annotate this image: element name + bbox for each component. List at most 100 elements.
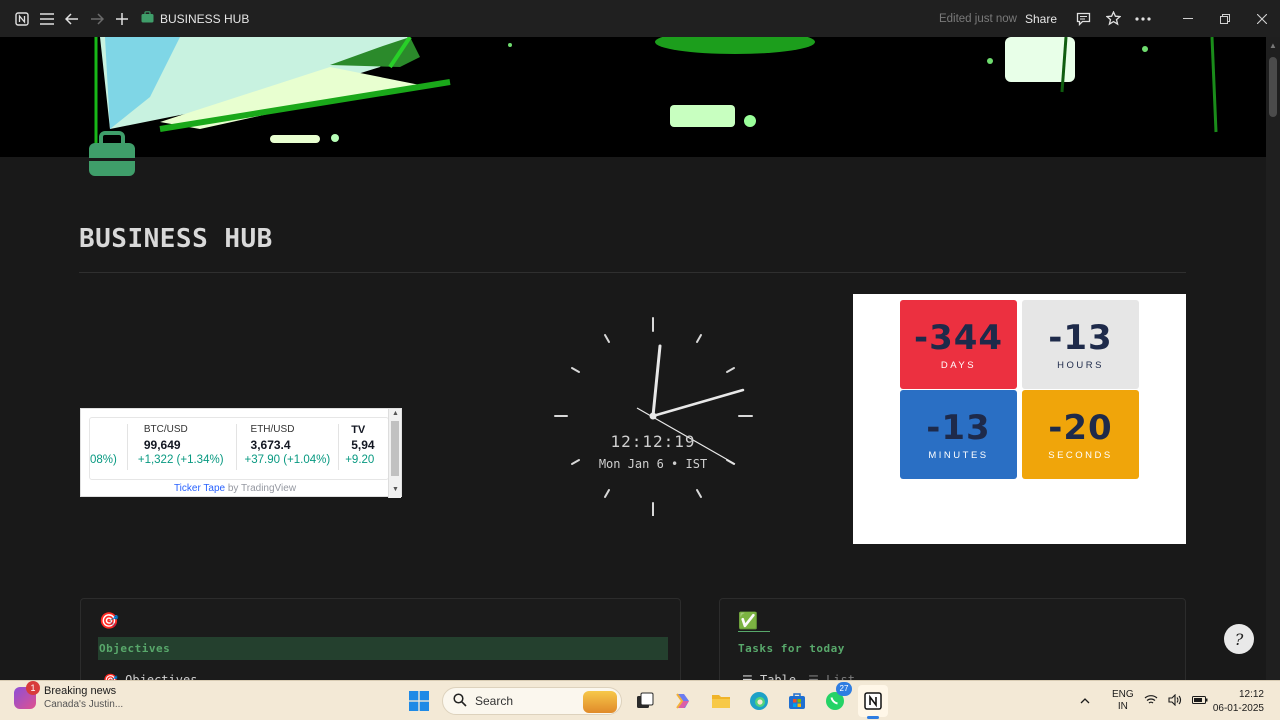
help-icon[interactable]: ?	[1224, 624, 1254, 654]
objectives-highlight	[98, 637, 668, 660]
task-divider	[738, 631, 770, 632]
ticker-item[interactable]: 08%)	[90, 424, 128, 470]
page-briefcase-icon[interactable]	[86, 128, 138, 180]
page-title[interactable]: BUSINESS HUB	[79, 224, 273, 254]
system-date: 06-01-2025	[1212, 703, 1264, 714]
language-indicator[interactable]: ENG IN	[1112, 689, 1134, 713]
objectives-heading[interactable]: Objectives	[99, 642, 170, 655]
countdown-minutes-label: MINUTES	[928, 450, 989, 461]
page-scrollbar[interactable]: ▲	[1266, 37, 1280, 680]
scroll-up-icon[interactable]: ▲	[1269, 41, 1277, 50]
news-widget[interactable]: 1 Breaking news Canada's Justin...	[14, 680, 123, 710]
wifi-icon[interactable]	[1144, 694, 1158, 708]
minimize-icon[interactable]	[1169, 0, 1206, 37]
breadcrumb-title: BUSINESS HUB	[160, 11, 250, 26]
edge-browser-icon[interactable]	[744, 685, 774, 717]
system-time: 12:12	[1238, 689, 1264, 700]
new-page-plus-icon[interactable]	[110, 7, 134, 31]
ticker-change: +1,322 (+1.34%)	[137, 454, 224, 466]
chevron-up-icon[interactable]	[1080, 696, 1090, 707]
ticker-by: by TradingView	[225, 483, 297, 494]
ticker-change: +9.20	[345, 454, 375, 466]
windows-taskbar: 1 Breaking news Canada's Justin... Searc…	[0, 680, 1280, 720]
ticker-tape-widget[interactable]: 08%) BTC/USD 99,649 +1,322 (+1.34%) ETH/…	[80, 408, 402, 498]
ticker-tape-link[interactable]: Ticker Tape	[174, 483, 225, 494]
clock-date: Mon Jan 6 • IST	[598, 457, 708, 471]
countdown-seconds: -20 SECONDS	[1022, 390, 1139, 479]
title-bar-right: Edited just now Share	[939, 0, 1280, 37]
news-text: Breaking news Canada's Justin...	[44, 685, 123, 710]
notion-app-icon[interactable]	[858, 685, 888, 719]
analog-clock-widget	[553, 316, 753, 517]
ticker-symbol: BTC/USD	[143, 424, 188, 435]
ticker-strip[interactable]: 08%) BTC/USD 99,649 +1,322 (+1.34%) ETH/…	[89, 417, 389, 480]
task-view-icon[interactable]	[630, 685, 660, 717]
edited-status: Edited just now	[938, 12, 1017, 25]
ticker-columns: 08%) BTC/USD 99,649 +1,322 (+1.34%) ETH/…	[90, 424, 385, 470]
ticker-change: +37.90 (+1.04%)	[244, 454, 331, 466]
minute-hand	[651, 388, 745, 418]
volume-icon[interactable]	[1168, 693, 1182, 709]
ticker-price	[90, 438, 117, 454]
notion-logo-icon	[10, 7, 34, 31]
star-icon[interactable]	[1101, 7, 1125, 31]
forward-arrow-icon[interactable]	[85, 7, 109, 31]
ticker-price: 99,649	[143, 438, 181, 452]
scrollbar-thumb[interactable]	[1269, 57, 1277, 117]
ticker-symbol: ETH/USD	[250, 424, 295, 435]
tradingview-logo-icon: TV	[345, 424, 374, 438]
target-icon: 🎯	[99, 613, 119, 630]
ticker-price: 5,94	[351, 438, 375, 452]
ticker-scrollbar[interactable]: ▲ ▼	[388, 409, 401, 498]
countdown-minutes: -13 MINUTES	[900, 390, 1017, 479]
cover-image[interactable]	[0, 37, 1266, 157]
whatsapp-badge: 27	[836, 682, 852, 696]
battery-icon[interactable]	[1191, 695, 1208, 708]
taskbar-search[interactable]: Search	[442, 687, 622, 715]
tasks-card: ✅ Tasks for today ☰ Table ☰ List	[719, 598, 1186, 688]
microsoft-store-icon[interactable]	[782, 685, 812, 717]
hour-hand	[651, 344, 662, 418]
countdown-hours: -13 HOURS	[1022, 300, 1139, 389]
scroll-up-icon[interactable]: ▲	[392, 410, 399, 417]
ticker-change: 08%)	[90, 454, 117, 466]
close-icon[interactable]	[1243, 0, 1280, 37]
whatsapp-icon[interactable]: 27	[820, 682, 852, 717]
scroll-down-icon[interactable]: ▼	[392, 486, 399, 493]
check-mark-icon: ✅	[738, 613, 758, 630]
language-top: ENG	[1112, 689, 1134, 700]
more-options-icon[interactable]	[1131, 7, 1155, 31]
news-title: Breaking news	[44, 685, 117, 697]
share-button[interactable]: Share	[1025, 12, 1057, 26]
maximize-icon[interactable]	[1206, 0, 1243, 37]
tasks-heading[interactable]: Tasks for today	[738, 642, 845, 655]
ticker-item-eth[interactable]: ETH/USD 3,673.4 +37.90 (+1.04%)	[237, 424, 340, 470]
ticker-item-partial[interactable]: TV 5,94 +9.20	[339, 424, 384, 470]
taskbar-apps: Search 27	[404, 682, 888, 719]
countdown-minutes-value: -13	[926, 408, 991, 448]
menu-icon[interactable]	[35, 7, 59, 31]
ticker-scroll-thumb[interactable]	[391, 421, 399, 476]
countdown-days: -344 DAYS	[900, 300, 1017, 389]
countdown-hours-value: -13	[1048, 318, 1113, 358]
back-arrow-icon[interactable]	[60, 7, 84, 31]
ticker-footer: Ticker Tape by TradingView	[81, 483, 389, 494]
countdown-hours-label: HOURS	[1057, 360, 1104, 371]
system-tray: ENG IN	[1080, 681, 1208, 720]
countdown-seconds-label: SECONDS	[1048, 450, 1113, 461]
file-explorer-icon[interactable]	[706, 685, 736, 717]
countdown-days-label: DAYS	[940, 360, 977, 371]
ticker-item-btc[interactable]: BTC/USD 99,649 +1,322 (+1.34%)	[128, 424, 237, 470]
news-subtitle: Canada's Justin...	[44, 699, 124, 710]
comment-icon[interactable]	[1071, 7, 1095, 31]
countdown-seconds-value: -20	[1048, 408, 1113, 448]
page-breadcrumb[interactable]: BUSINESS HUB	[141, 11, 249, 26]
countdown-widget: -344 DAYS -13 HOURS -13 MINUTES -20 SECO…	[853, 294, 1186, 544]
title-bar-left: BUSINESS HUB	[0, 7, 249, 31]
windows-start-icon[interactable]	[404, 685, 434, 717]
system-clock[interactable]: 12:12 06-01-2025	[1213, 688, 1264, 716]
search-label: Search	[475, 694, 514, 708]
copilot-icon[interactable]	[668, 685, 698, 717]
briefcase-icon	[141, 11, 154, 26]
ticker-symbol	[90, 424, 117, 438]
